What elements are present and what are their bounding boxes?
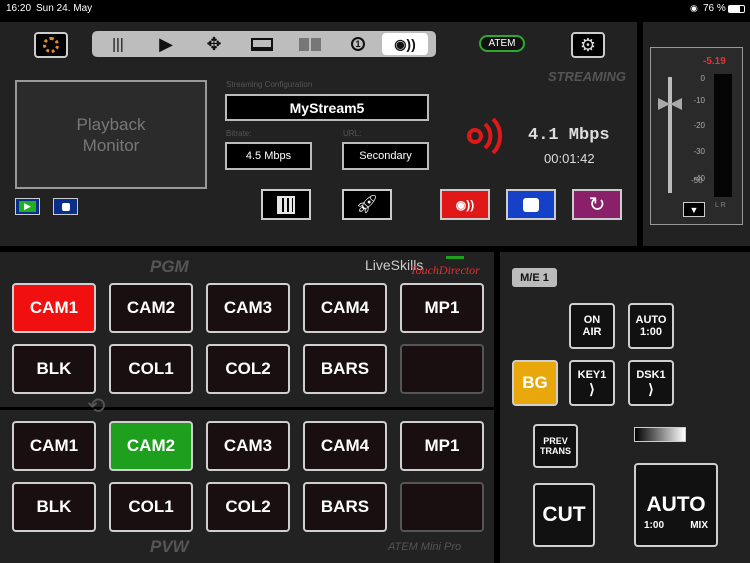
transition-icon: ⟩ <box>648 380 654 397</box>
dial-icon <box>43 37 59 53</box>
transition-slider[interactable] <box>634 427 686 442</box>
stop-stream-button[interactable] <box>506 189 556 220</box>
program-buttons: CAM1 CAM2 CAM3 CAM4 MP1 BLK COL1 COL2 BARS <box>12 283 484 395</box>
swap-icon[interactable]: ⟲ <box>87 393 105 419</box>
pvw-cam3-button[interactable]: CAM3 <box>206 421 290 471</box>
qr-code-icon <box>277 195 295 214</box>
pgm-col1-button[interactable]: COL1 <box>109 344 193 394</box>
on-air-button[interactable]: ON AIR <box>569 303 615 349</box>
auto-mix-button[interactable]: AUTO 1:00 MIX <box>634 463 718 547</box>
atem-connection-badge[interactable]: ATEM <box>479 35 525 52</box>
pvw-cam2-button[interactable]: CAM2 <box>109 421 193 471</box>
one-icon[interactable]: 1 <box>334 33 382 55</box>
pgm-cam1-button[interactable]: CAM1 <box>12 283 96 333</box>
bg-button[interactable]: BG <box>512 360 558 406</box>
qr-code-button[interactable] <box>261 189 311 220</box>
brand-sub-label: TouchDirector <box>410 263 480 277</box>
start-stream-button[interactable]: ◉)) <box>440 189 490 220</box>
rocket-icon[interactable]: 🚀︎ <box>342 189 392 220</box>
status-date: Sun 24. May <box>36 3 93 14</box>
settings-dial-button[interactable] <box>34 32 68 58</box>
move-icon[interactable]: ✥ <box>190 33 238 55</box>
broadcast-icon <box>463 116 523 156</box>
monitor-play-button[interactable]: ▶ <box>15 198 40 215</box>
battery-level: 76 % <box>703 3 726 14</box>
bitrate-label: Bitrate: <box>226 129 252 138</box>
pvw-mp1-button[interactable]: MP1 <box>400 421 484 471</box>
bitrate-select[interactable]: 4.5 Mbps <box>225 142 312 170</box>
play-icon[interactable]: ▶ <box>142 33 190 55</box>
refresh-icon[interactable]: ↻ <box>572 189 622 220</box>
gear-icon[interactable]: ⚙ <box>571 32 605 58</box>
dsk1-button[interactable]: DSK1 ⟩ <box>628 360 674 406</box>
level-bar <box>714 74 732 197</box>
stream-icon: ◉)) <box>455 197 475 212</box>
pvw-cam1-button[interactable]: CAM1 <box>12 421 96 471</box>
cut-button[interactable]: CUT <box>533 483 595 547</box>
monitor-stop-button[interactable] <box>53 198 78 215</box>
stop-icon <box>61 202 70 211</box>
pgm-blk-button[interactable]: BLK <box>12 344 96 394</box>
tally-indicator <box>446 256 464 259</box>
audio-peak: -5.19 <box>703 56 726 67</box>
pgm-cam4-button[interactable]: CAM4 <box>303 283 387 333</box>
stop-icon <box>523 197 539 212</box>
preview-buttons: CAM1 CAM2 CAM3 CAM4 MP1 BLK COL1 COL2 BARS <box>12 421 484 533</box>
view-toolbar: ||| ▶ ✥ 1 ◉)) <box>92 31 436 57</box>
stream-elapsed: 00:01:42 <box>544 151 595 166</box>
stream-rate: 4.1 Mbps <box>528 126 610 145</box>
stream-name-field[interactable]: MyStream5 <box>225 94 429 121</box>
pvw-empty-button[interactable] <box>400 482 484 532</box>
status-time: 16:20 <box>6 3 32 14</box>
prev-trans-button[interactable]: PREV TRANS <box>533 424 578 468</box>
audio-scale-last: -50 <box>691 176 703 185</box>
auto-rate-button[interactable]: AUTO 1:00 <box>628 303 674 349</box>
play-icon: ▶ <box>19 201 36 212</box>
pgm-col2-button[interactable]: COL2 <box>206 344 290 394</box>
url-label: URL: <box>343 129 362 138</box>
playback-monitor: Playback Monitor <box>15 80 207 189</box>
channel-label: L R <box>715 202 726 209</box>
streaming-title: STREAMING <box>548 69 626 84</box>
display-icon[interactable] <box>238 33 286 55</box>
battery-icon <box>728 5 745 13</box>
pvw-label: PVW <box>150 537 189 556</box>
fader-handle[interactable] <box>658 97 682 110</box>
pvw-col2-button[interactable]: COL2 <box>206 482 290 532</box>
pvw-bars-button[interactable]: BARS <box>303 482 387 532</box>
multiview-icon[interactable] <box>286 33 334 55</box>
pvw-blk-button[interactable]: BLK <box>12 482 96 532</box>
location-icon: ◉ <box>690 3 698 13</box>
status-bar: 16:20 Sun 24. May ◉ 76 % <box>0 0 750 18</box>
pvw-col1-button[interactable]: COL1 <box>109 482 193 532</box>
me-selector[interactable]: M/E 1 <box>512 268 557 287</box>
pgm-cam3-button[interactable]: CAM3 <box>206 283 290 333</box>
pgm-cam2-button[interactable]: CAM2 <box>109 283 193 333</box>
mixer-icon[interactable]: ||| <box>94 33 142 55</box>
fader-track <box>668 77 672 193</box>
pgm-empty-button[interactable] <box>400 344 484 394</box>
key1-button[interactable]: KEY1 ⟩ <box>569 360 615 406</box>
url-select[interactable]: Secondary <box>342 142 429 170</box>
pvw-cam4-button[interactable]: CAM4 <box>303 421 387 471</box>
transition-icon: ⟩ <box>589 380 595 397</box>
pgm-bars-button[interactable]: BARS <box>303 344 387 394</box>
pgm-label: PGM <box>150 257 189 276</box>
config-label: Streaming Configuration <box>226 80 313 89</box>
pgm-mp1-button[interactable]: MP1 <box>400 283 484 333</box>
stream-icon[interactable]: ◉)) <box>382 33 428 55</box>
model-label: ATEM Mini Pro <box>388 541 462 553</box>
chevron-down-icon[interactable]: ▼ <box>683 202 705 217</box>
